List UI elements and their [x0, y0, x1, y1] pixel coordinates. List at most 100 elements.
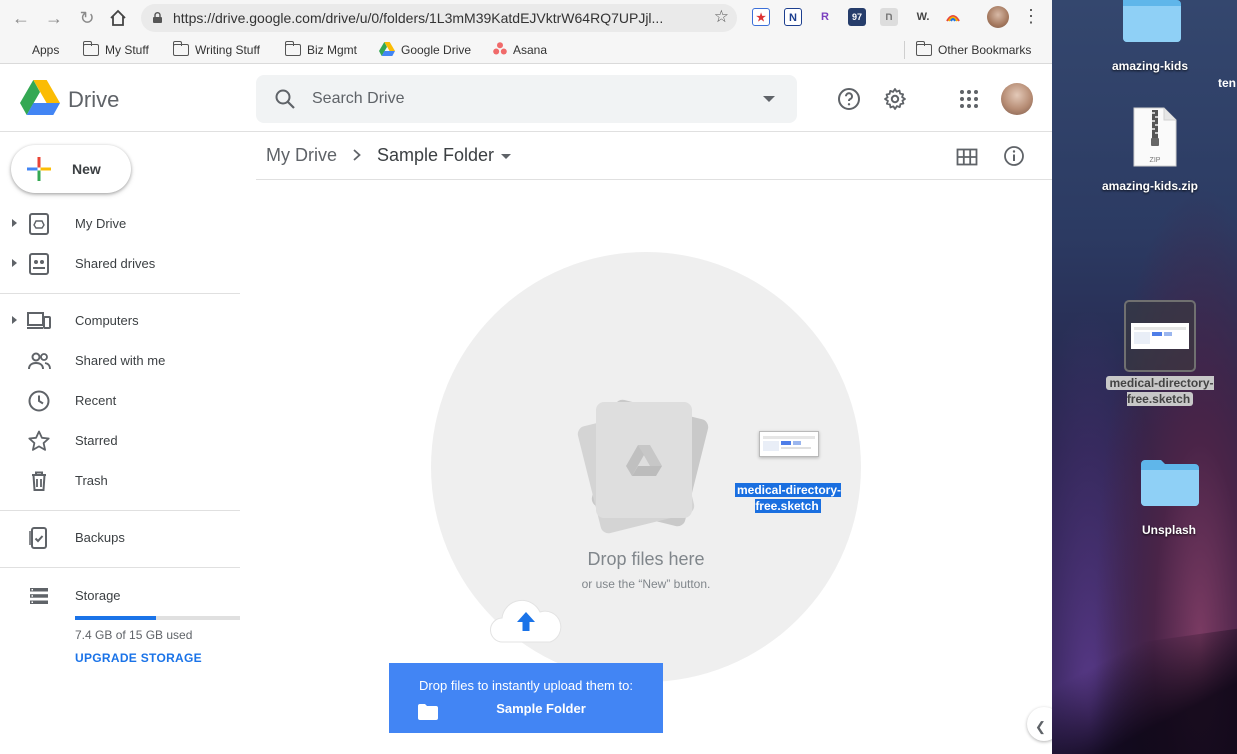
search-box[interactable] [256, 75, 797, 123]
folder-icon [915, 41, 932, 56]
asana-icon [493, 42, 507, 58]
folder-icon[interactable] [1121, 0, 1183, 44]
side-panel-toggle-button[interactable]: ❮ [1027, 707, 1052, 741]
folder-icon[interactable] [1139, 456, 1201, 508]
new-button[interactable]: New [11, 145, 131, 193]
sidebar-item-label: Shared with me [75, 353, 166, 368]
clock-icon [28, 390, 50, 412]
bookmark-asana[interactable]: Asana [493, 41, 547, 59]
bookmark-google-drive[interactable]: Google Drive [379, 41, 471, 59]
search-input[interactable] [312, 87, 732, 111]
sidebar-item-starred[interactable]: Starred [0, 421, 240, 461]
bookmark-label: My Stuff [105, 43, 149, 57]
bookmark-star-icon[interactable]: ☆ [714, 7, 729, 27]
breadcrumb-my-drive[interactable]: My Drive [266, 145, 337, 166]
search-icon[interactable] [274, 88, 296, 110]
sidebar-divider [0, 510, 240, 511]
sidebar-item-shared-drives[interactable]: Shared drives [0, 244, 240, 284]
star-icon [28, 430, 50, 451]
extension-n-icon[interactable]: N [784, 8, 802, 26]
drop-files-illustration [577, 399, 709, 534]
bookmark-biz-mgmt[interactable]: Biz Mgmt [284, 41, 357, 59]
grid-view-icon[interactable] [956, 146, 978, 168]
sidebar-item-label: Shared drives [75, 256, 156, 271]
colorful-plus-icon [27, 157, 51, 181]
sidebar-item-storage[interactable]: Storage [0, 576, 240, 616]
sidebar-item-computers[interactable]: Computers [0, 301, 240, 341]
sketch-file-icon [1131, 323, 1189, 349]
apps-grid-icon [14, 44, 26, 56]
sidebar-item-recent[interactable]: Recent [0, 381, 240, 421]
extension-glyph-icon[interactable]: ח [880, 8, 898, 26]
google-apps-grid-icon[interactable] [957, 87, 981, 111]
drop-files-subtitle: or use the “New” button. [581, 577, 711, 591]
selected-file-highlight[interactable] [1124, 300, 1196, 372]
sidebar-item-label: Starred [75, 433, 118, 448]
bookmark-my-stuff[interactable]: My Stuff [82, 41, 149, 59]
google-drive-logo-icon[interactable] [20, 80, 60, 116]
back-arrow-icon[interactable]: ← [9, 6, 33, 30]
browser-toolbar: ← → ↻ https://drive.google.com/drive/u/0… [0, 0, 1052, 36]
upgrade-storage-link[interactable]: UPGRADE STORAGE [75, 651, 202, 665]
desktop-item-label-cut-off[interactable]: ten [1218, 76, 1236, 90]
desktop-item-label[interactable]: Unsplash [1094, 522, 1237, 538]
backups-icon [29, 527, 47, 549]
forward-arrow-icon[interactable]: → [42, 6, 66, 30]
extension-rainbow-icon[interactable] [944, 8, 962, 26]
search-options-dropdown-icon[interactable] [763, 96, 775, 102]
upload-toast-message: Drop files to instantly upload them to: [419, 678, 633, 693]
bookmark-apps[interactable]: Apps [14, 41, 59, 59]
desktop-item-label-selected[interactable]: medical-directory-free.sketch [1098, 375, 1222, 407]
svg-text:ZIP: ZIP [1150, 157, 1161, 164]
desktop-item-label[interactable]: amazing-kids [1075, 58, 1225, 74]
bookmark-label: Other Bookmarks [938, 43, 1032, 57]
extension-icon[interactable]: ★ [752, 8, 770, 26]
extension-97-icon[interactable]: 97 [848, 8, 866, 26]
info-icon[interactable] [1003, 145, 1025, 167]
bookmark-label: Writing Stuff [195, 43, 260, 57]
sidebar-item-my-drive[interactable]: My Drive [0, 204, 240, 244]
upload-toast-folder-name: Sample Folder [496, 701, 586, 716]
sidebar-divider [0, 293, 240, 294]
chrome-menu-icon[interactable]: ⋮ [1022, 6, 1040, 27]
storage-usage-bar [75, 616, 240, 620]
drive-header: Drive [0, 65, 1052, 132]
help-icon[interactable] [837, 87, 861, 111]
bookmark-writing-stuff[interactable]: Writing Stuff [172, 41, 260, 59]
bookmark-other[interactable]: Other Bookmarks [915, 41, 1032, 59]
reload-icon[interactable]: ↻ [75, 6, 99, 30]
sidebar-item-label: Computers [75, 313, 139, 328]
bookmark-label: Apps [32, 43, 60, 57]
desktop: amazing-kids ten ZIP amazing-kids.zip me… [1052, 0, 1237, 754]
extension-r-icon[interactable]: R [816, 8, 834, 26]
dragged-file-name: medical-directory-free.sketch [734, 483, 842, 513]
address-bar[interactable]: https://drive.google.com/drive/u/0/folde… [141, 4, 737, 32]
lock-icon [153, 12, 162, 23]
sidebar-item-backups[interactable]: Backups [0, 518, 240, 558]
expand-arrow-icon[interactable] [12, 219, 17, 227]
sidebar-item-shared-with-me[interactable]: Shared with me [0, 341, 240, 381]
chrome-profile-avatar[interactable] [987, 6, 1009, 28]
chevron-right-icon [353, 149, 361, 161]
account-avatar[interactable] [1001, 83, 1033, 115]
expand-arrow-icon[interactable] [12, 316, 17, 324]
upload-toast: Drop files to instantly upload them to: … [389, 663, 663, 733]
expand-arrow-icon[interactable] [12, 259, 17, 267]
breadcrumb-current-folder[interactable]: Sample Folder [377, 145, 494, 166]
storage-usage-fill [75, 616, 157, 620]
folder-menu-dropdown-icon[interactable] [501, 154, 511, 159]
dragged-file-thumbnail[interactable] [759, 431, 819, 457]
home-icon[interactable] [106, 6, 130, 30]
extension-w-icon[interactable]: W. [912, 8, 934, 26]
storage-usage-text: 7.4 GB of 15 GB used [75, 628, 193, 642]
selected-file-name: medical-directory-free.sketch [1106, 376, 1214, 406]
sketch-preview-icon [763, 436, 815, 451]
bookmarks-divider [904, 41, 905, 59]
sidebar-item-trash[interactable]: Trash [0, 461, 240, 501]
shared-drives-icon [29, 253, 49, 275]
zip-file-icon[interactable]: ZIP [1132, 106, 1178, 168]
app-title[interactable]: Drive [68, 87, 119, 113]
settings-gear-icon[interactable] [883, 87, 907, 111]
shared-with-me-icon [28, 352, 51, 370]
desktop-item-label[interactable]: amazing-kids.zip [1075, 178, 1225, 194]
